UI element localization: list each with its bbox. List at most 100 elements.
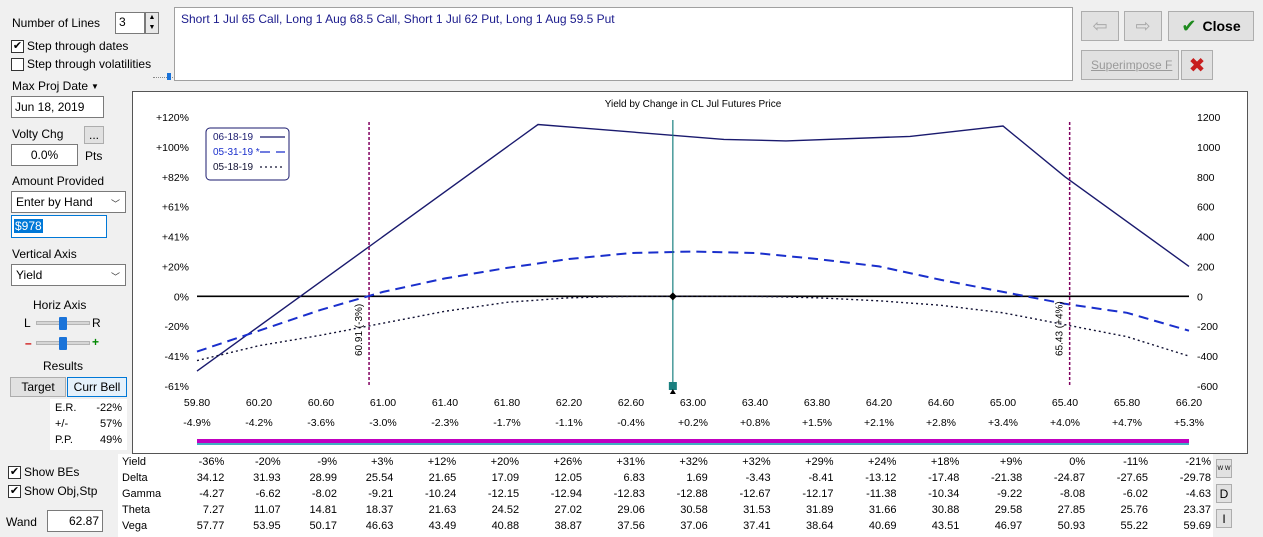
volty-options-button[interactable]: ... (84, 126, 104, 144)
x-pct-tick-label: -0.4% (617, 417, 644, 429)
table-cell: 46.63 (365, 520, 394, 532)
table-cell: -10.34 (928, 488, 960, 500)
step-vols-checkbox[interactable]: Step through volatilities (11, 57, 151, 71)
table-cell: -27.65 (1116, 472, 1148, 484)
y-left-tick-label: 0% (174, 291, 189, 303)
d-button[interactable]: D (1216, 484, 1232, 503)
table-cell: +31% (616, 456, 645, 468)
table-cell: -9% (317, 456, 337, 468)
legend-label: 06-18-19 (213, 132, 253, 143)
table-cell: -36% (198, 456, 225, 468)
show-bes-label: Show BEs (24, 465, 80, 479)
table-cell: -4.63 (1185, 488, 1211, 500)
delete-button[interactable]: ✖ (1181, 50, 1213, 80)
table-cell: -29.78 (1179, 472, 1211, 484)
x-pct-tick-label: -1.7% (493, 417, 520, 429)
y-left-tick-label: -61% (164, 381, 189, 393)
table-cell: 0% (1069, 456, 1086, 468)
strategy-description[interactable]: Short 1 Jul 65 Call, Long 1 Aug 68.5 Cal… (174, 7, 1073, 81)
spin-up-icon[interactable]: ▲ (146, 13, 158, 23)
yield-chart[interactable]: 60.91 (-3%) 65.43 (+4%) Yield by Change i… (133, 92, 1249, 455)
chart-panel[interactable]: 60.91 (-3%) 65.43 (+4%) Yield by Change i… (132, 91, 1248, 454)
table-cell: 7.27 (202, 504, 225, 516)
max-proj-date-menu[interactable]: Max Proj Date ▼ (12, 79, 99, 93)
checkmark-icon[interactable]: ✔ (11, 39, 24, 53)
chevron-down-icon[interactable]: ﹀ (111, 197, 120, 210)
vertical-axis-select[interactable]: Yield ﹀ (11, 264, 126, 286)
amount-value-text: $978 (14, 219, 43, 233)
x-tick-label: 65.80 (1114, 397, 1140, 409)
table-cell: -12.94 (550, 488, 582, 500)
show-obj-checkbox[interactable]: ✔ Show Obj,Stp (8, 484, 97, 498)
superimpose-button[interactable]: Superimpose F (1081, 50, 1179, 80)
forward-button[interactable]: ⇨ (1124, 11, 1162, 41)
result-label: +/- (55, 418, 69, 430)
back-button[interactable]: ⇦ (1081, 11, 1119, 41)
table-cell: 43.49 (428, 520, 457, 532)
table-cell: 25.76 (1120, 504, 1148, 516)
y-left-tick-label: +82% (162, 172, 189, 184)
number-of-lines-input[interactable]: 3 (115, 12, 145, 34)
table-cell: +32% (742, 456, 771, 468)
vol-mini-slider[interactable] (153, 73, 173, 81)
max-proj-date-input[interactable]: Jun 18, 2019 (11, 96, 104, 118)
curr-bell-button[interactable]: Curr Bell (67, 377, 127, 397)
table-cell: +24% (867, 456, 897, 468)
table-cell: -9.21 (368, 488, 394, 500)
y-right-tick-label: 800 (1197, 172, 1215, 184)
table-cell: +26% (553, 456, 582, 468)
zoom-minus-label: – (25, 336, 32, 350)
wand-input[interactable]: 62.87 (47, 510, 103, 532)
x-pct-tick-label: +2.8% (926, 417, 956, 429)
table-cell: -17.48 (928, 472, 960, 484)
checkmark-icon[interactable]: ✔ (8, 465, 21, 479)
table-cell: 50.93 (1057, 520, 1086, 532)
step-dates-checkbox[interactable]: ✔ Step through dates (11, 39, 128, 53)
close-button[interactable]: ✔ Close (1168, 11, 1254, 41)
x-tick-label: 62.20 (556, 397, 582, 409)
zoom-thumb[interactable] (59, 337, 67, 350)
number-of-lines-label: Number of Lines (12, 16, 101, 30)
number-of-lines-spinner[interactable]: ▲ ▼ (145, 12, 159, 34)
table-cell: -12.17 (802, 488, 834, 500)
x-pct-tick-label: +0.2% (678, 417, 708, 429)
y-left-tick-label: +20% (162, 261, 189, 273)
y-right-tick-label: 200 (1197, 261, 1215, 273)
x-tick-label: 63.40 (742, 397, 768, 409)
volty-value-input[interactable]: 0.0% (11, 144, 78, 166)
table-cell: 17.09 (491, 472, 520, 484)
table-cell: -20% (254, 456, 281, 468)
table-cell: 34.12 (196, 472, 225, 484)
x-tick-label: 63.00 (680, 397, 706, 409)
table-cell: 23.37 (1183, 504, 1211, 516)
dropdown-arrow-icon[interactable]: ▼ (91, 82, 99, 91)
show-obj-label: Show Obj,Stp (24, 484, 98, 498)
show-bes-checkbox[interactable]: ✔ Show BEs (8, 465, 79, 479)
table-cell: 29.06 (617, 504, 645, 516)
y-left-tick-label: -41% (164, 351, 189, 363)
checkmark-icon[interactable]: ✔ (8, 484, 21, 498)
table-cell: -8.41 (808, 472, 834, 484)
slider-thumb-icon[interactable] (167, 73, 171, 80)
table-cell: -13.12 (865, 472, 897, 484)
table-row: Gamma -4.27 -6.62 -8.02 -9.21 -10.24 -12.15 -12… (118, 486, 1213, 502)
amount-mode-select[interactable]: Enter by Hand ﹀ (11, 191, 126, 213)
spin-down-icon[interactable]: ▼ (146, 23, 158, 33)
step-dates-label: Step through dates (27, 39, 129, 53)
table-cell: -4.27 (199, 488, 225, 500)
i-button[interactable]: I (1216, 509, 1232, 528)
y-right-tick-label: -400 (1197, 351, 1218, 363)
x-pct-tick-label: +1.5% (802, 417, 832, 429)
series-line (196, 123, 1190, 372)
checkbox-empty-icon[interactable] (11, 57, 24, 71)
table-cell: 59.69 (1183, 520, 1211, 532)
amount-value-input[interactable]: $978 (11, 215, 107, 238)
table-cell: +20% (490, 456, 520, 468)
horiz-pan-thumb[interactable] (59, 317, 67, 330)
w-button[interactable]: W W (1216, 459, 1232, 478)
chevron-down-icon[interactable]: ﹀ (111, 270, 120, 283)
x-tick-label: 60.60 (308, 397, 334, 409)
table-cell: 6.83 (623, 472, 645, 484)
target-button[interactable]: Target (10, 377, 66, 397)
close-button-label: Close (1202, 18, 1241, 34)
